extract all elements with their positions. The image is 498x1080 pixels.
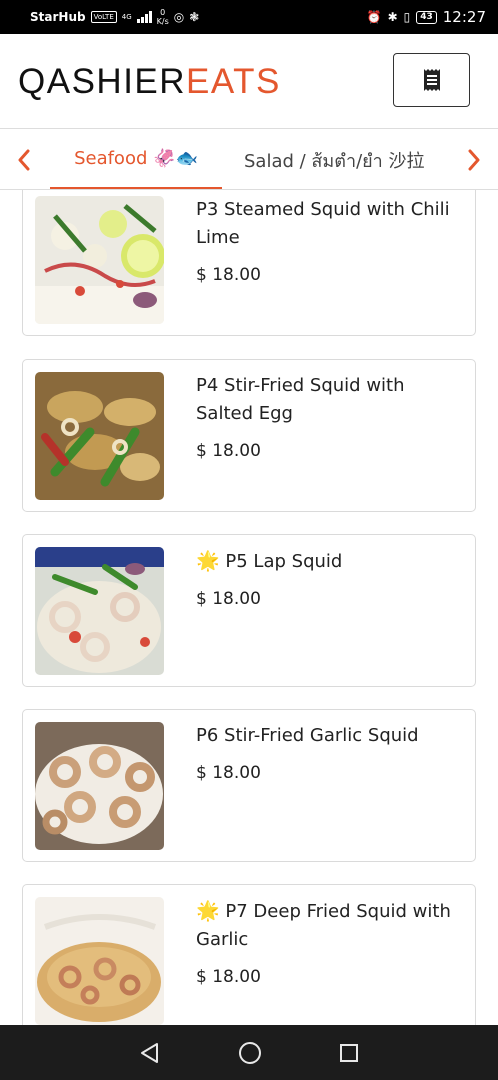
chevron-right-icon	[468, 149, 480, 171]
category-next-button[interactable]	[460, 144, 488, 176]
item-name: 🌟 P5 Lap Squid	[196, 550, 343, 572]
dish-photo-deep-fried-squid	[35, 897, 164, 1025]
featured-star-icon: 🌟	[196, 900, 220, 922]
network-type: 4G	[121, 13, 132, 21]
battery-icon: 43	[416, 10, 437, 24]
item-price: $ 18.00	[196, 763, 261, 783]
volte-badge: VoLTE	[90, 11, 117, 23]
clock: 12:27	[442, 8, 486, 26]
item-name: P3 Steamed Squid with Chili Lime	[196, 199, 450, 248]
tab-salad[interactable]: Salad / ส้มตำ/ยำ 沙拉	[244, 130, 425, 189]
data-speed: 0 K/s	[156, 8, 169, 26]
home-icon[interactable]	[238, 1041, 262, 1065]
menu-item-card[interactable]: P4 Stir-Fried Squid with Salted Egg $ 18…	[22, 359, 476, 512]
dish-photo-garlic-squid	[35, 722, 164, 850]
app-notification-icon: ❃	[189, 10, 200, 24]
alarm-icon: ⏰	[366, 10, 382, 24]
dish-photo-lap-squid	[35, 547, 164, 675]
dish-photo-salted-egg-squid	[35, 372, 164, 500]
back-icon[interactable]	[139, 1042, 161, 1064]
app-header: QASHIEREATS	[0, 34, 498, 129]
menu-item-card[interactable]: P6 Stir-Fried Garlic Squid $ 18.00	[22, 709, 476, 862]
featured-star-icon: 🌟	[196, 550, 220, 572]
menu-item-card[interactable]: 🌟 P7 Deep Fried Squid with Garlic $ 18.0…	[22, 884, 476, 1025]
recent-apps-icon[interactable]	[339, 1043, 359, 1063]
carrier-name: StarHub	[30, 10, 86, 24]
menu-list: P3 Steamed Squid with Chili Lime $ 18.00…	[0, 190, 498, 1025]
item-name: 🌟 P7 Deep Fried Squid with Garlic	[196, 900, 451, 950]
chevron-left-icon	[18, 149, 30, 171]
order-receipt-button[interactable]	[393, 53, 470, 107]
bluetooth-icon: ✱	[387, 10, 398, 24]
status-bar: StarHub VoLTE 4G 0 K/s ◎ ❃ ⏰ ✱ ▯ 43 12:27	[0, 0, 498, 34]
dish-photo-steamed-squid	[35, 196, 164, 324]
vibrate-icon: ▯	[403, 10, 411, 24]
receipt-icon	[423, 69, 440, 91]
item-price: $ 18.00	[196, 589, 261, 609]
category-tab-bar: Seafood 🦑🐟 Salad / ส้มตำ/ยำ 沙拉	[0, 130, 498, 190]
item-price: $ 18.00	[196, 441, 261, 461]
android-nav-bar	[0, 1025, 498, 1080]
menu-item-card[interactable]: 🌟 P5 Lap Squid $ 18.00	[22, 534, 476, 687]
item-name: P4 Stir-Fried Squid with Salted Egg	[196, 375, 405, 424]
item-price: $ 18.00	[196, 967, 261, 987]
menu-item-card[interactable]: P3 Steamed Squid with Chili Lime $ 18.00	[22, 190, 476, 336]
category-prev-button[interactable]	[10, 144, 38, 176]
item-name: P6 Stir-Fried Garlic Squid	[196, 725, 419, 746]
instagram-icon: ◎	[173, 10, 185, 24]
app-logo[interactable]: QASHIEREATS	[18, 62, 281, 102]
signal-icon	[136, 11, 152, 23]
item-price: $ 18.00	[196, 265, 261, 285]
tab-seafood[interactable]: Seafood 🦑🐟	[50, 130, 222, 189]
